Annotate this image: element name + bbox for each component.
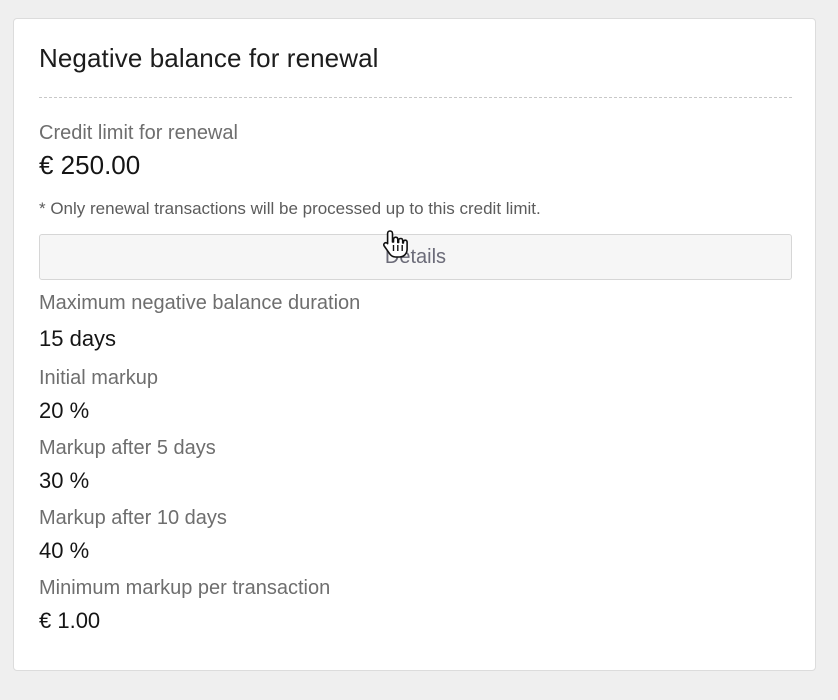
min-markup-label: Minimum markup per transaction (39, 577, 331, 599)
credit-limit-label: Credit limit for renewal (39, 122, 238, 144)
initial-markup-value: 20 % (39, 398, 90, 423)
details-button[interactable]: Details (39, 234, 792, 280)
max-duration-label: Maximum negative balance duration (39, 292, 361, 314)
credit-limit-note: * Only renewal transactions will be proc… (39, 199, 541, 218)
negative-balance-card: Negative balance for renewal Credit limi… (13, 18, 816, 671)
card-title: Negative balance for renewal (39, 43, 379, 73)
markup-10-days-label: Markup after 10 days (39, 507, 227, 529)
markup-10-days-value: 40 % (39, 538, 90, 563)
divider (39, 97, 792, 98)
hand-pointer-icon (382, 230, 408, 258)
markup-5-days-label: Markup after 5 days (39, 437, 216, 459)
markup-5-days-value: 30 % (39, 468, 90, 493)
min-markup-value: € 1.00 (39, 608, 101, 633)
max-duration-value: 15 days (39, 326, 117, 351)
initial-markup-label: Initial markup (39, 367, 158, 389)
credit-limit-value: € 250.00 (39, 150, 141, 180)
